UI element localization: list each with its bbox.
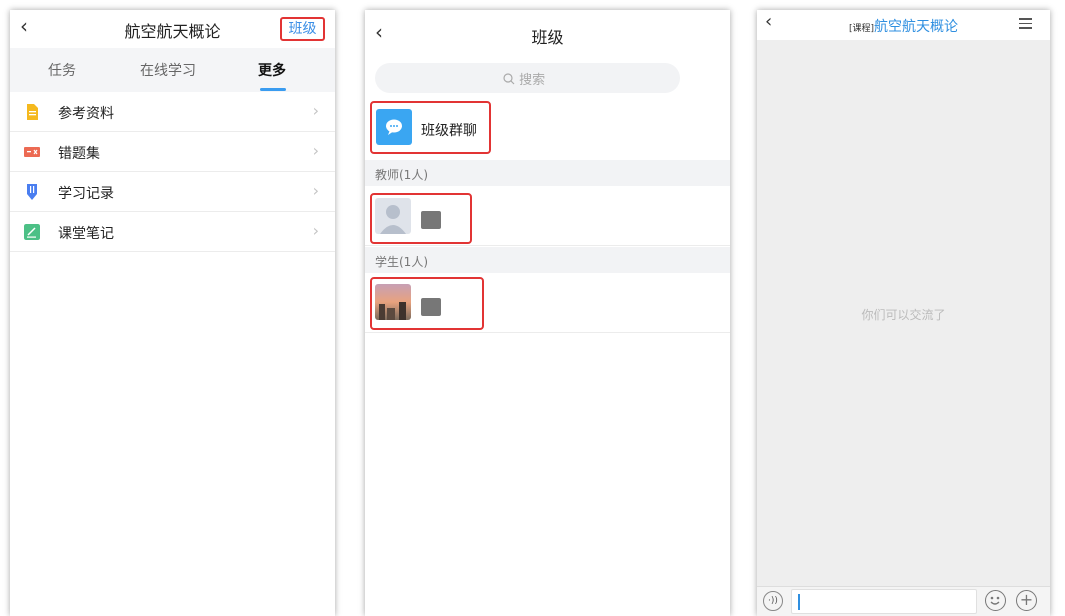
class-header: ‹ 班级 — [365, 10, 730, 56]
course-more-screen: ‹ 航空航天概论 班级 任务 在线学习 更多 参考资料 › 错题集 › 学习记录… — [10, 10, 335, 616]
menu-item-error-book[interactable]: 错题集 › — [10, 132, 335, 172]
chat-header: ‹ [课程]航空航天概论 — [757, 10, 1050, 40]
redacted-name — [421, 298, 441, 316]
search-placeholder-wrap: 搜索 — [503, 69, 545, 88]
add-attachment-icon[interactable]: + — [1016, 590, 1037, 611]
chevron-right-icon: › — [312, 221, 319, 240]
student-section-header: 学生(1人) — [365, 247, 730, 273]
active-tab-indicator — [260, 88, 286, 91]
default-avatar-icon — [375, 198, 411, 234]
menu-label: 错题集 — [58, 146, 100, 162]
menu-label: 学习记录 — [58, 186, 114, 202]
voice-icon[interactable]: ·)) — [763, 591, 783, 611]
menu-item-study-record[interactable]: 学习记录 › — [10, 172, 335, 212]
record-icon — [27, 184, 37, 200]
emoji-icon[interactable] — [985, 590, 1006, 611]
user-avatar — [375, 284, 411, 320]
chat-bubble-icon — [376, 109, 412, 145]
document-icon — [27, 104, 38, 120]
chevron-right-icon: › — [312, 181, 319, 200]
class-screen: ‹ 班级 搜索 班级群聊 教师(1人) 学生(1人) — [365, 10, 730, 616]
menu-item-references[interactable]: 参考资料 › — [10, 92, 335, 132]
chevron-right-icon: › — [312, 101, 319, 120]
class-title: 班级 — [531, 28, 564, 47]
search-input[interactable]: 搜索 — [375, 63, 680, 93]
group-chat-label: 班级群聊 — [421, 123, 477, 139]
chevron-right-icon: › — [312, 141, 319, 160]
search-placeholder: 搜索 — [519, 73, 546, 88]
chat-screen: ‹ [课程]航空航天概论 你们可以交流了 ·)) + — [757, 10, 1050, 616]
class-button[interactable]: 班级 — [280, 17, 325, 41]
search-icon — [503, 73, 515, 85]
course-tag: [课程] — [848, 24, 875, 34]
note-icon — [24, 224, 40, 240]
course-tabs: 任务 在线学习 更多 — [10, 48, 335, 92]
teacher-section-header: 教师(1人) — [365, 160, 730, 186]
empty-chat-message: 你们可以交流了 — [861, 308, 946, 322]
menu-label: 课堂笔记 — [58, 226, 114, 242]
redacted-name — [421, 211, 441, 229]
chat-title: [课程]航空航天概论 — [757, 16, 1050, 36]
message-input[interactable] — [791, 589, 977, 614]
menu-label: 参考资料 — [58, 106, 114, 122]
error-book-icon — [24, 147, 40, 157]
hamburger-menu-icon[interactable] — [1019, 18, 1032, 32]
tab-tasks[interactable]: 任务 — [48, 60, 76, 80]
teacher-row[interactable] — [365, 186, 730, 246]
text-caret — [798, 594, 800, 610]
tab-more[interactable]: 更多 — [258, 60, 286, 80]
tab-online-learning[interactable]: 在线学习 — [140, 60, 196, 80]
chat-input-bar: ·)) + — [757, 586, 1050, 616]
chat-course-name: 航空航天概论 — [874, 19, 959, 35]
menu-item-class-notes[interactable]: 课堂笔记 › — [10, 212, 335, 252]
student-row[interactable] — [365, 273, 730, 333]
group-chat-row[interactable]: 班级群聊 — [365, 98, 730, 160]
course-header: ‹ 航空航天概论 班级 — [10, 10, 335, 48]
